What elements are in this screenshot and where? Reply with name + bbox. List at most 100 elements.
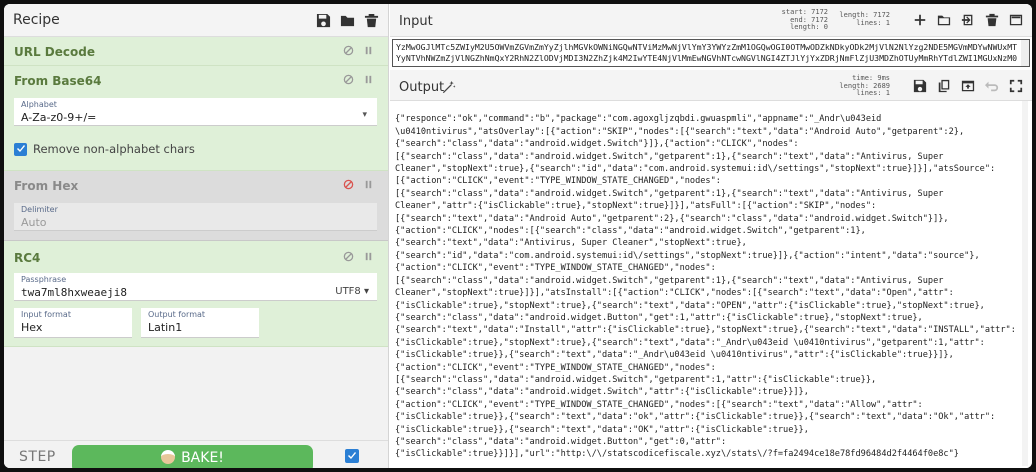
output-line: {"action":"CLICK","nodes":[{"search":"cl… — [395, 226, 866, 237]
encoding-value: UTF8 — [335, 286, 361, 297]
input-format-label: Input format — [21, 310, 71, 319]
clear-input-icon[interactable] — [984, 12, 1000, 28]
replace-input-icon[interactable] — [960, 78, 976, 94]
breakpoint-icon[interactable] — [362, 250, 374, 262]
output-line: {"isClickable":true}}]}],"url":"http:\/\… — [395, 449, 959, 460]
op-from-hex[interactable]: From Hex Delimiter Auto — [4, 171, 388, 241]
output-line: [{"search":"text","data":"Android Auto",… — [395, 213, 949, 224]
output-line: [{"search":"class","data":"android.widge… — [395, 374, 877, 385]
copy-icon[interactable] — [936, 78, 952, 94]
stat-selection-length: length: 0 — [790, 23, 828, 31]
output-format-select[interactable]: Output format Latin1 — [141, 308, 259, 338]
output-line: {"search":"class","data":"android.widget… — [395, 139, 799, 150]
disable-icon[interactable] — [342, 44, 354, 56]
recipe-header: Recipe — [4, 4, 388, 37]
output-line: Cleaner","stopNext":true}]}],"atsInstall… — [395, 288, 954, 299]
passphrase-input[interactable]: Passphrase twa7ml8hxweaeji8 UTF8 ▾ — [14, 273, 377, 301]
disable-icon[interactable] — [342, 250, 354, 262]
remove-non-alphabet-checkbox[interactable]: Remove non-alphabet chars — [14, 142, 195, 156]
output-line: {"search":"class","data":"android.widget… — [395, 436, 727, 447]
output-line: {"search":"class","data":"android.widget… — [395, 312, 923, 323]
input-length-stats: length: 7172 lines: 1 — [836, 11, 890, 27]
remove-non-alphabet-label: Remove non-alphabet chars — [33, 142, 195, 156]
output-line: \u0410ntivirus","atsOverlay":[{"action":… — [395, 126, 965, 137]
op-from-base64[interactable]: From Base64 Alphabet A-Za-z0-9+/= ▾ Remo… — [4, 66, 388, 171]
alphabet-value: A-Za-z0-9+/= — [21, 111, 97, 124]
stat-output-lines: lines: 1 — [856, 89, 890, 97]
save-icon[interactable] — [315, 12, 331, 28]
passphrase-label: Passphrase — [21, 275, 67, 284]
trash-icon[interactable] — [363, 12, 379, 28]
auto-bake-checkbox[interactable] — [345, 449, 359, 463]
output-textarea[interactable]: {"responce":"ok","command":"b","package"… — [392, 101, 1020, 466]
stat-lines: lines: 1 — [856, 18, 890, 27]
chevron-down-icon: ▾ — [362, 110, 367, 120]
input-textarea[interactable]: YzMwOGJlMTc5ZWIyM2U5OWVmZGVmZmYyZjlhMGVk… — [392, 39, 1030, 67]
op-title: URL Decode — [14, 45, 95, 59]
passphrase-encoding-select[interactable]: UTF8 ▾ — [335, 286, 369, 297]
op-url-decode[interactable]: URL Decode — [4, 37, 388, 66]
recipe-title: Recipe — [13, 12, 60, 28]
output-line: {"isClickable":true}},{"search":"text","… — [395, 424, 809, 435]
cyberchef-window: Recipe URL Decode From Base64 Alphabet A… — [4, 4, 1032, 468]
op-title: From Base64 — [14, 74, 102, 88]
op-title: From Hex — [14, 179, 79, 193]
input-header: Input start: 7172 end: 7172 length: 0 le… — [390, 4, 1032, 37]
input-title: Input — [399, 14, 433, 29]
output-line: [{"search":"class","data":"android.widge… — [395, 151, 944, 162]
output-line: Cleaner","attr":{"isClickable":true},"st… — [395, 201, 877, 212]
output-line: {"action":"CLICK","event":"TYPE_WINDOW_S… — [395, 263, 716, 274]
save-output-icon[interactable] — [912, 78, 928, 94]
input-text: YzMwOGJlMTc5ZWIyM2U5OWVmZGVmZmYyZjlhMGVk… — [393, 40, 1029, 66]
output-scrollbar[interactable] — [1022, 101, 1028, 466]
output-line: {"isClickable":true},"stopNext":true},{"… — [395, 337, 985, 348]
alphabet-select[interactable]: Alphabet A-Za-z0-9+/= ▾ — [14, 98, 377, 126]
output-line: {"search":"class","data":"android.widget… — [395, 387, 809, 398]
output-line: {"search":"text","data":"Install","attr"… — [395, 325, 1016, 336]
open-folder-icon[interactable] — [936, 12, 952, 28]
bake-button[interactable]: BAKE! — [72, 445, 313, 468]
breakpoint-icon[interactable] — [362, 178, 374, 190]
magic-wand-icon[interactable] — [442, 79, 456, 98]
input-format-value: Hex — [21, 321, 43, 334]
layout-icon[interactable] — [1008, 12, 1024, 28]
passphrase-value: twa7ml8hxweaeji8 — [21, 286, 127, 299]
output-format-label: Output format — [148, 310, 206, 319]
step-button[interactable]: STEP — [19, 449, 56, 465]
alphabet-label: Alphabet — [21, 100, 57, 109]
disable-icon[interactable] — [342, 73, 354, 85]
output-text: {"responce":"ok","command":"b","package"… — [392, 101, 1020, 466]
output-line: Cleaner","stopNext":true},{"search":"id"… — [395, 164, 996, 175]
delimiter-value: Auto — [21, 216, 47, 229]
input-scrollbar[interactable] — [1021, 40, 1029, 66]
delimiter-select[interactable]: Delimiter Auto — [14, 203, 377, 231]
op-rc4[interactable]: RC4 Passphrase twa7ml8hxweaeji8 UTF8 ▾ I… — [4, 241, 388, 347]
output-line: [{"search":"class","data":"android.widge… — [395, 188, 944, 199]
breakpoint-icon[interactable] — [362, 44, 374, 56]
delimiter-label: Delimiter — [21, 205, 58, 214]
output-line: {"search":"id","data":"com.android.syste… — [395, 250, 980, 261]
maximize-icon[interactable] — [1008, 78, 1024, 94]
breakpoint-icon[interactable] — [362, 73, 374, 85]
op-title: RC4 — [14, 251, 41, 265]
output-header: Output time: 9ms length: 2689 lines: 1 — [390, 70, 1032, 101]
checkbox-checked-icon[interactable] — [14, 142, 27, 156]
bake-label: BAKE! — [181, 450, 224, 466]
bake-bar: STEP BAKE! — [4, 440, 388, 468]
input-selection-stats: start: 7172 end: 7172 length: 0 — [772, 8, 828, 32]
output-line: [{"action":"CLICK","event":"TYPE_WINDOW_… — [395, 176, 721, 187]
output-stats: time: 9ms length: 2689 lines: 1 — [836, 74, 890, 98]
output-line: {"isClickable":true},"stopNext":true},{"… — [395, 300, 985, 311]
output-line: {"responce":"ok","command":"b","package"… — [395, 114, 882, 125]
undo-icon[interactable] — [984, 78, 1000, 94]
add-tab-icon[interactable] — [912, 12, 928, 28]
output-line: {"action":"CLICK","event":"TYPE_WINDOW_S… — [395, 362, 716, 373]
recipe-pane: Recipe URL Decode From Base64 Alphabet A… — [4, 4, 389, 468]
input-format-select[interactable]: Input format Hex — [14, 308, 132, 338]
output-line: {"isClickable":true}},{"search":"text","… — [395, 412, 996, 423]
output-format-value: Latin1 — [148, 321, 183, 334]
output-line: {"search":"text","data":"Antivirus, Supe… — [395, 238, 747, 249]
open-file-icon[interactable] — [960, 12, 976, 28]
folder-icon[interactable] — [339, 12, 355, 28]
disable-icon[interactable] — [342, 178, 354, 190]
